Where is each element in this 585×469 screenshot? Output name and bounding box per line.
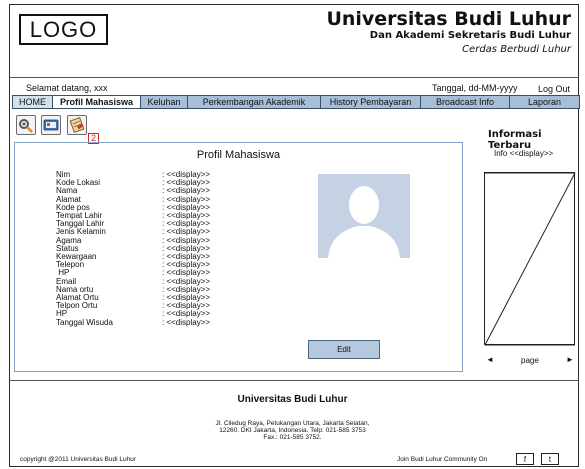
settings-icon[interactable] [16,115,36,135]
copyright-text: copyright @2011 Universitas Budi Luhur [20,456,136,463]
field-value: : <<display>> [162,317,211,327]
site-tagline: Cerdas Berbudi Luhur [462,44,571,55]
date-text: Tanggal, dd-MM-yyyy [432,83,518,93]
address-line: Fax.: 021-585 3752. [263,434,322,441]
field-label: Tanggal Wisuda [56,317,113,327]
main-nav: HOME Profil Mahasiswa Keluhan Perkembang… [12,95,580,109]
field-label: Telpon Ortu [56,301,98,311]
join-community-text: Join Budi Luhur Community On [397,456,488,463]
avatar-icon [318,174,410,258]
info-box [484,172,576,346]
arrow-right-icon[interactable]: ► [566,355,574,364]
welcome-text: Selamat datang, xxx [26,83,108,93]
logo[interactable]: LOGO [19,14,108,45]
notes-icon[interactable] [67,115,87,135]
info-display: Info <<display>> [494,149,554,158]
profile-photo [318,174,410,258]
footer-address: Jl. Ciledug Raya, Petukangan Utara, Jaka… [0,420,585,441]
profile-panel: Profil Mahasiswa Nim: <<display>> Kode L… [14,142,463,372]
card-icon[interactable] [41,115,61,135]
address-line: Jl. Ciledug Raya, Petukangan Utara, Jaka… [215,420,370,427]
header-divider [9,77,579,78]
nav-laporan[interactable]: Laporan [510,96,579,108]
pagination: ◄ page ► [484,355,578,367]
site-title: Universitas Budi Luhur [326,8,571,30]
field-label: Telepon [56,260,85,270]
facebook-icon[interactable]: f [516,453,534,465]
nav-home[interactable]: HOME [13,96,53,108]
site-subtitle: Dan Akademi Sekretaris Budi Luhur [369,30,571,41]
twitter-icon[interactable]: t [541,453,559,465]
page-label: page [521,356,539,365]
info-placeholder-icon [485,173,576,346]
site-header: Universitas Budi Luhur Dan Akademi Sekre… [326,8,571,58]
logout-link[interactable]: Log Out [538,84,570,94]
footer-title: Universitas Budi Luhur [237,394,348,405]
nav-broadcast-info[interactable]: Broadcast Info [421,96,510,108]
info-title: Informasi Terbaru [488,129,542,151]
field-row-tanggal-wisuda: Tanggal Wisuda : <<display>> [56,317,211,327]
profile-fields: Nim: <<display>> Kode Lokasi: <<display>… [56,170,211,327]
arrow-left-icon[interactable]: ◄ [486,355,494,364]
nav-perkembangan-akademik[interactable]: Perkembangan Akademik [188,96,321,108]
footer-divider [9,380,579,381]
nav-keluhan[interactable]: Keluhan [141,96,188,108]
address-line: 12260. DKI Jakarta, Indonesia. Telp: 021… [219,427,366,434]
nav-history-pembayaran[interactable]: History Pembayaran [321,96,421,108]
nav-profil-mahasiswa[interactable]: Profil Mahasiswa [53,96,141,108]
edit-button[interactable]: Edit [308,340,380,359]
profile-title: Profil Mahasiswa [196,149,281,161]
